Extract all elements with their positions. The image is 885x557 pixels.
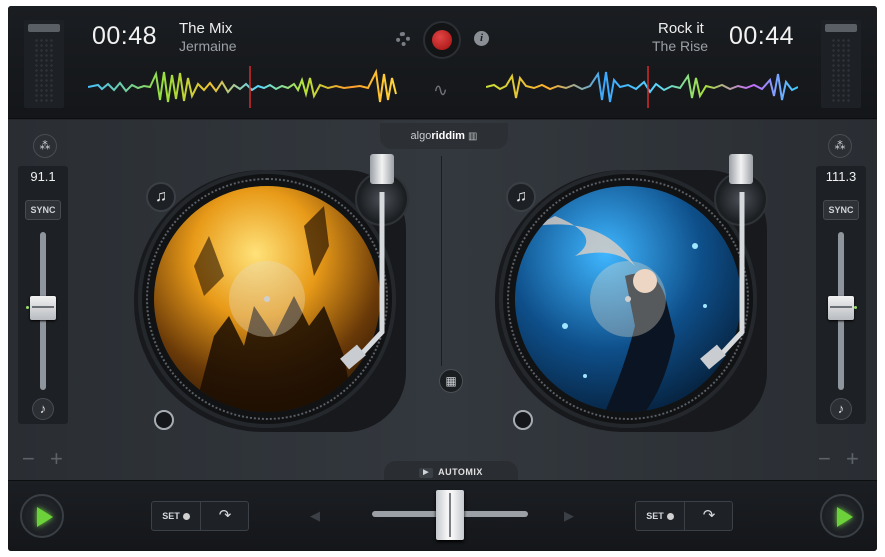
right-set-dot-icon — [666, 513, 674, 521]
logo-bold: riddim — [431, 130, 465, 142]
left-fx-button[interactable]: ⁂ — [33, 134, 57, 158]
right-set-label: SET — [646, 511, 664, 521]
left-set-dot-icon — [182, 513, 190, 521]
left-add-music-icon[interactable]: ♫ — [146, 182, 176, 212]
center-divider — [441, 156, 442, 366]
left-tonearm[interactable] — [338, 182, 398, 372]
left-plus-button[interactable]: + — [50, 446, 63, 472]
top-bar: 00:48 The Mix Jermaine i Rock it The Ris… — [8, 6, 877, 119]
info-icon[interactable]: i — [474, 31, 489, 46]
right-jump-icon[interactable]: ↷ — [685, 502, 733, 530]
left-tonearm-weight — [370, 154, 394, 184]
right-bpm: 111.3 — [825, 169, 857, 184]
left-set-button[interactable]: SET — [152, 502, 201, 530]
right-sync-button[interactable]: SYNC — [823, 200, 859, 220]
left-sync-button[interactable]: SYNC — [25, 200, 61, 220]
right-minus-button[interactable]: − — [818, 446, 831, 472]
right-track-title: Rock it — [658, 20, 704, 37]
right-fx-button[interactable]: ⁂ — [828, 134, 852, 158]
record-button[interactable] — [423, 21, 461, 59]
crossfader-right-arrow-icon[interactable]: ▶ — [564, 508, 574, 524]
left-jump-icon[interactable]: ↷ — [201, 502, 249, 530]
left-spindle — [264, 296, 270, 302]
left-waveform[interactable] — [88, 66, 398, 108]
left-track-title: The Mix — [179, 20, 233, 37]
right-cue-button[interactable] — [513, 410, 533, 430]
right-set-button[interactable]: SET — [636, 502, 685, 530]
left-play-icon — [37, 507, 53, 527]
right-play-icon — [837, 507, 853, 527]
left-pitch-handle[interactable] — [30, 296, 56, 320]
right-play-button[interactable] — [820, 494, 864, 538]
left-vu-meter — [24, 20, 64, 108]
waveform-toggle-icon[interactable]: ∿ — [433, 80, 448, 101]
left-cue-set-group: SET ↷ — [151, 501, 249, 531]
automix-play-icon: ▶ — [419, 467, 434, 478]
right-tonearm-weight — [729, 154, 753, 184]
crossfader-handle[interactable] — [436, 490, 464, 540]
right-pitch-center-mark — [854, 306, 857, 309]
right-spindle — [625, 296, 631, 302]
record-icon — [432, 30, 452, 50]
crossfader-left-arrow-icon[interactable]: ◀ — [310, 508, 320, 524]
left-play-button[interactable] — [20, 494, 64, 538]
left-track-artist: Jermaine — [179, 38, 237, 54]
left-bpm: 91.1 — [30, 169, 56, 184]
left-deck-time: 00:48 — [92, 22, 158, 50]
left-minus-button[interactable]: − — [22, 446, 35, 472]
right-waveform[interactable] — [486, 66, 798, 108]
right-deck-time: 00:44 — [729, 22, 795, 50]
settings-gear-icon[interactable] — [396, 32, 410, 46]
right-tonearm[interactable] — [698, 182, 758, 372]
grid-menu-icon[interactable]: ▦ — [439, 369, 463, 393]
dj-app-window: 00:48 The Mix Jermaine i Rock it The Ris… — [8, 6, 877, 551]
algoriddim-logo: algoriddim ▥ — [380, 123, 508, 149]
left-set-label: SET — [162, 511, 180, 521]
right-plus-button[interactable]: + — [846, 446, 859, 472]
right-pitch-handle[interactable] — [828, 296, 854, 320]
left-music-note-icon[interactable]: ♪ — [32, 398, 54, 420]
left-pitch-center-mark — [26, 306, 29, 309]
right-music-note-icon[interactable]: ♪ — [830, 398, 852, 420]
right-cue-set-group: SET ↷ — [635, 501, 733, 531]
logo-prefix: algo — [410, 130, 432, 142]
right-track-artist: The Rise — [652, 38, 709, 54]
left-cue-button[interactable] — [154, 410, 174, 430]
right-vu-meter — [821, 20, 861, 108]
automix-label: AUTOMIX — [438, 467, 483, 477]
right-add-music-icon[interactable]: ♫ — [506, 182, 536, 212]
